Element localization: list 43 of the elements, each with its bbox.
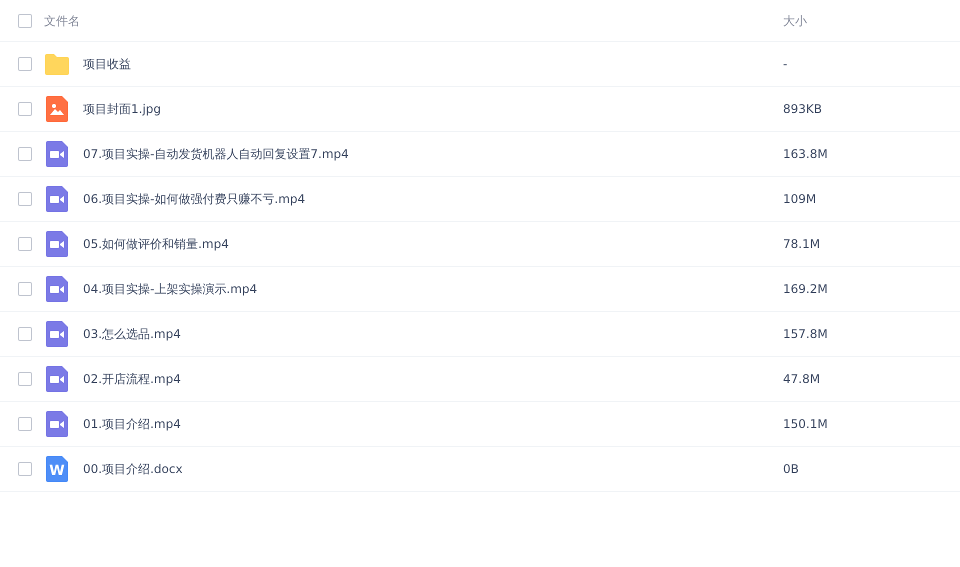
file-size: 0B bbox=[783, 461, 800, 478]
checkbox[interactable] bbox=[18, 14, 32, 28]
file-name: 03.怎么选品.mp4 bbox=[83, 326, 181, 343]
video-file-icon bbox=[44, 411, 70, 437]
column-header: 文件名 bbox=[44, 12, 80, 30]
image-file-icon bbox=[44, 96, 70, 122]
video-file-icon bbox=[44, 366, 70, 392]
column-header: 大小 bbox=[783, 12, 808, 30]
file-name: 项目收益 bbox=[83, 56, 131, 73]
file-name: 项目封面1.jpg bbox=[83, 101, 162, 118]
checkbox[interactable] bbox=[18, 372, 32, 386]
document-file-icon: W bbox=[44, 456, 70, 482]
file-size: 163.8M bbox=[783, 146, 829, 163]
checkbox[interactable] bbox=[18, 192, 32, 206]
checkbox[interactable] bbox=[18, 237, 32, 251]
checkbox[interactable] bbox=[18, 462, 32, 476]
file-name: 06.项目实操-如何做强付费只赚不亏.mp4 bbox=[83, 191, 306, 208]
file-name: 01.项目介绍.mp4 bbox=[83, 416, 181, 433]
video-file-icon bbox=[44, 231, 70, 257]
checkbox[interactable] bbox=[18, 147, 32, 161]
video-file-icon bbox=[44, 186, 70, 212]
file-name: 00.项目介绍.docx bbox=[83, 461, 183, 478]
checkbox[interactable] bbox=[18, 102, 32, 116]
file-size: 47.8M bbox=[783, 371, 822, 388]
checkbox[interactable] bbox=[18, 327, 32, 341]
file-size: 157.8M bbox=[783, 326, 829, 343]
file-name: 02.开店流程.mp4 bbox=[83, 371, 181, 388]
file-size: 893KB bbox=[783, 101, 824, 118]
file-size: 78.1M bbox=[783, 236, 822, 253]
video-file-icon bbox=[44, 276, 70, 302]
video-file-icon bbox=[44, 321, 70, 347]
video-file-icon bbox=[44, 141, 70, 167]
folder-icon bbox=[44, 51, 70, 77]
file-name: 05.如何做评价和销量.mp4 bbox=[83, 236, 229, 253]
checkbox[interactable] bbox=[18, 57, 32, 71]
checkbox[interactable] bbox=[18, 282, 32, 296]
file-size: 150.1M bbox=[783, 416, 829, 433]
file-name: 07.项目实操-自动发货机器人自动回复设置7.mp4 bbox=[83, 146, 349, 163]
file-name: 04.项目实操-上架实操演示.mp4 bbox=[83, 281, 258, 298]
file-size: - bbox=[783, 56, 788, 73]
checkbox[interactable] bbox=[18, 417, 32, 431]
file-size: 169.2M bbox=[783, 281, 829, 298]
file-size: 109M bbox=[783, 191, 818, 208]
